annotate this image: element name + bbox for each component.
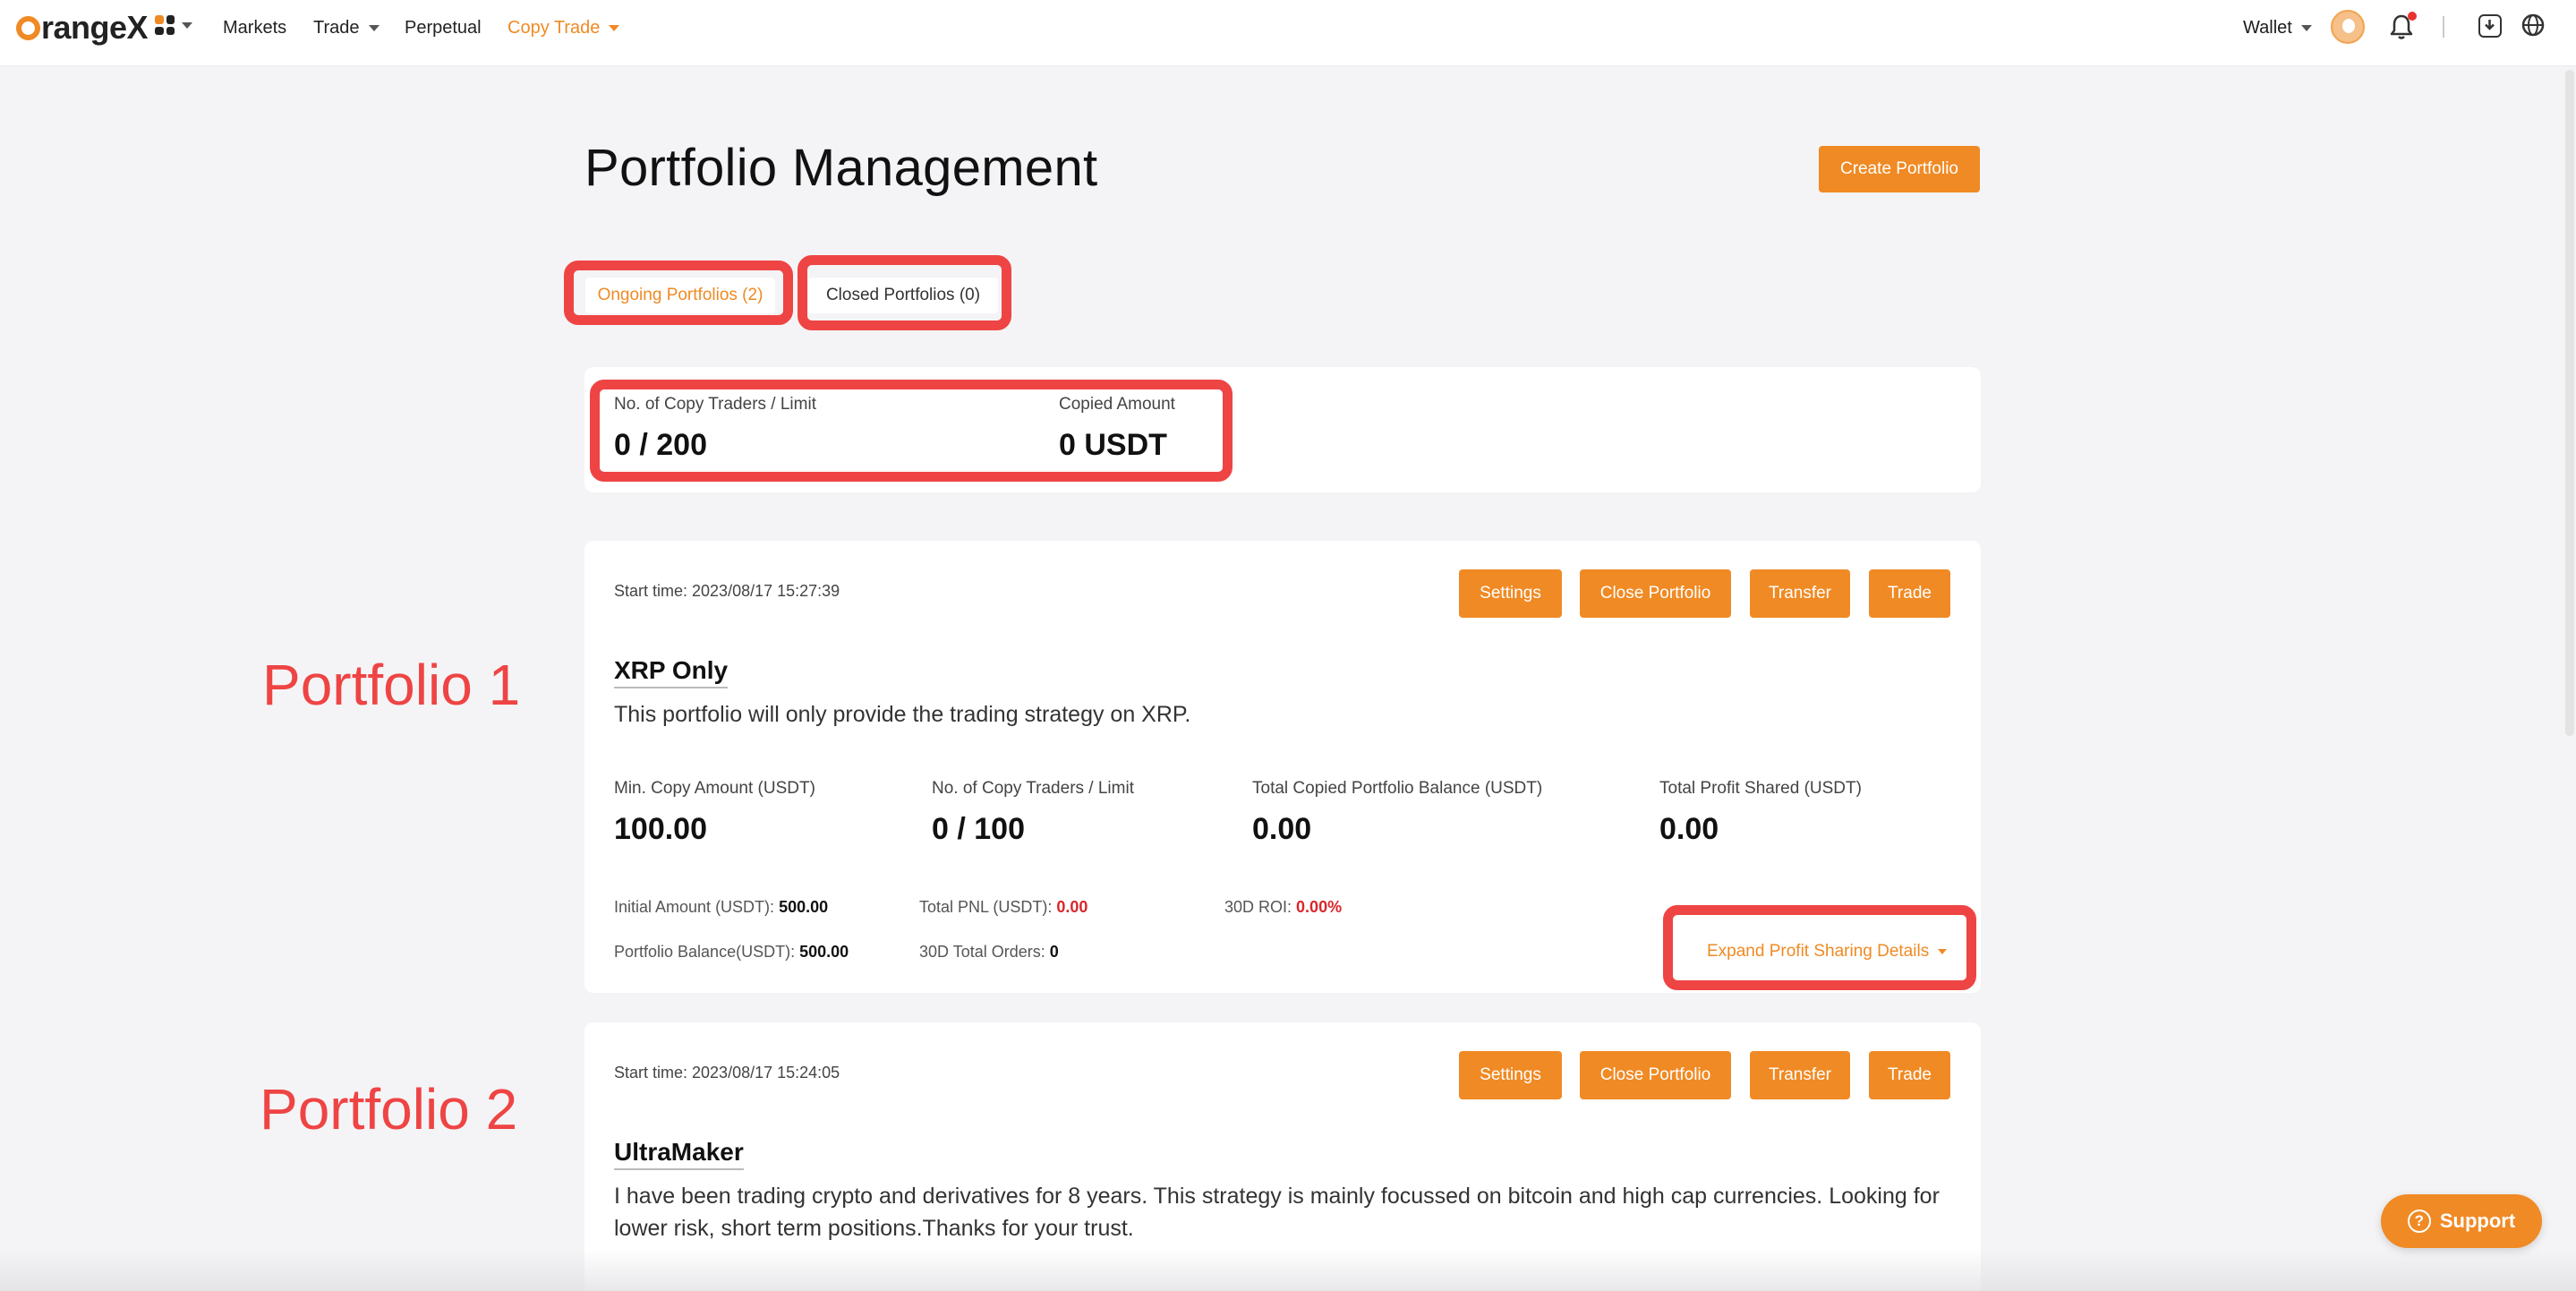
nav-divider [2443,16,2444,38]
chevron-down-icon [609,25,620,31]
tab-closed-portfolios[interactable]: Closed Portfolios (0) [808,278,998,313]
trade-button[interactable]: Trade [1869,569,1950,618]
profit-shared-value: 0.00 [1659,812,1719,846]
close-portfolio-button[interactable]: Close Portfolio [1580,569,1731,618]
summary-copied-label: Copied Amount [1059,395,1175,414]
settings-button[interactable]: Settings [1459,569,1562,618]
summary-traders-value: 0 / 200 [614,428,707,462]
create-portfolio-button[interactable]: Create Portfolio [1819,146,1980,192]
portfolio-name[interactable]: XRP Only [614,656,729,688]
portfolio-description: This portfolio will only provide the tra… [614,702,1191,727]
chevron-down-icon [2300,25,2312,31]
bottom-fade [0,1249,2576,1291]
apps-grid-icon [155,15,175,35]
initial-amount: Initial Amount (USDT): 500.00 [614,898,829,916]
trade-button[interactable]: Trade [1869,1051,1950,1099]
top-navigation-bar [0,0,2576,66]
portfolio-description-line-2: lower risk, short term positions.Thanks … [614,1216,1134,1241]
close-portfolio-button[interactable]: Close Portfolio [1580,1051,1731,1099]
avatar[interactable] [2331,10,2365,44]
summary-traders-label: No. of Copy Traders / Limit [614,395,816,414]
min-copy-label: Min. Copy Amount (USDT) [614,779,815,798]
portfolio-description-line-1: I have been trading crypto and derivativ… [614,1184,1940,1209]
chevron-down-icon [182,21,192,29]
download-icon[interactable] [2478,14,2502,38]
question-icon: ? [2407,1210,2431,1233]
nav-copy-trade[interactable]: Copy Trade [508,18,620,38]
profit-shared-label: Total Profit Shared (USDT) [1659,779,1862,798]
min-copy-value: 100.00 [614,812,707,846]
chevron-down-icon [368,25,380,31]
annotation-portfolio-2: Portfolio 2 [260,1077,518,1141]
roi-30d: 30D ROI: 0.00% [1224,898,1343,916]
settings-button[interactable]: Settings [1459,1051,1562,1099]
start-time: Start time: 2023/08/17 15:24:05 [614,1064,840,1082]
copied-balance-label: Total Copied Portfolio Balance (USDT) [1252,779,1543,798]
wallet-menu[interactable]: Wallet [2243,18,2312,38]
copy-traders-value: 0 / 100 [932,812,1025,846]
expand-profit-sharing-link[interactable]: Expand Profit Sharing Details [1707,942,1948,962]
portfolio-balance: Portfolio Balance(USDT): 500.00 [614,943,849,961]
transfer-button[interactable]: Transfer [1750,569,1850,618]
portfolio-name[interactable]: UltraMaker [614,1138,744,1170]
page-scrollbar[interactable] [2565,70,2574,736]
nav-markets[interactable]: Markets [223,18,286,38]
summary-copied-value: 0 USDT [1059,428,1167,462]
nav-perpetual[interactable]: Perpetual [405,18,482,38]
notification-dot [2408,12,2417,21]
support-button[interactable]: ? Support [2381,1194,2542,1248]
logo-ring-icon [16,15,40,40]
annotation-portfolio-1: Portfolio 1 [262,653,521,717]
copied-balance-value: 0.00 [1252,812,1312,846]
apps-menu[interactable] [155,15,192,35]
total-pnl: Total PNL (USDT): 0.00 [919,898,1088,916]
transfer-button[interactable]: Transfer [1750,1051,1850,1099]
tab-ongoing-portfolios[interactable]: Ongoing Portfolios (2) [585,278,775,313]
chevron-down-icon [1938,949,1948,954]
globe-language-icon[interactable] [2521,13,2546,38]
page-title: Portfolio Management [584,139,1098,197]
copy-traders-label: No. of Copy Traders / Limit [932,779,1134,798]
nav-trade[interactable]: Trade [313,18,380,38]
start-time: Start time: 2023/08/17 15:27:39 [614,582,840,600]
total-orders-30d: 30D Total Orders: 0 [919,943,1059,961]
orangex-logo[interactable]: rangeX [16,9,149,47]
